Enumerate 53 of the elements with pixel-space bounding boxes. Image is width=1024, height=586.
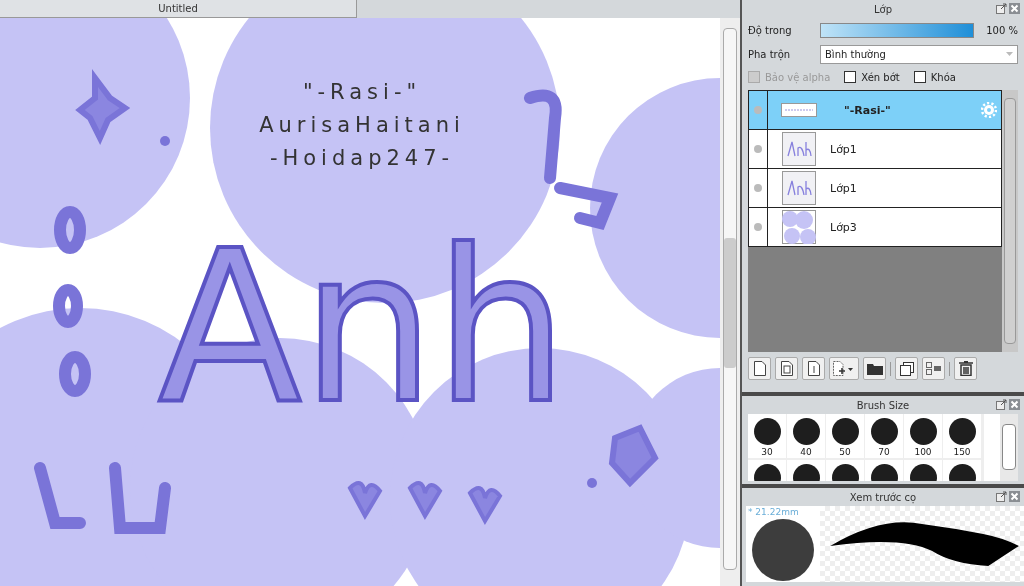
page-icon bbox=[780, 361, 793, 376]
blend-label: Pha trộn bbox=[748, 48, 792, 60]
duplicate-layer-button[interactable] bbox=[895, 357, 918, 380]
new-layer-button[interactable] bbox=[748, 357, 771, 380]
close-icon[interactable] bbox=[1009, 491, 1020, 502]
document-tab[interactable]: Untitled bbox=[0, 0, 357, 18]
layer-row[interactable]: Lớp1 bbox=[748, 169, 1002, 208]
merge-layer-button[interactable] bbox=[922, 357, 945, 380]
option-checkbox[interactable]: Xén bớt bbox=[844, 71, 900, 83]
canvas-text: -Hoidap247- bbox=[269, 145, 455, 172]
delete-layer-button[interactable] bbox=[954, 357, 977, 380]
brush-size-option[interactable]: 100 bbox=[904, 414, 942, 458]
opacity-value: 100 % bbox=[985, 24, 1018, 36]
panel-title: Xem trước cọ bbox=[849, 491, 917, 503]
layer-thumbnail bbox=[782, 210, 816, 244]
new-1bit-layer-button[interactable] bbox=[802, 357, 825, 380]
brush-size-option[interactable]: 70 bbox=[865, 414, 903, 458]
layer-thumbnail bbox=[781, 103, 817, 117]
brush-size-option[interactable]: 40 bbox=[787, 414, 825, 458]
vertical-scrollbar[interactable] bbox=[720, 18, 740, 586]
add-layer-dropdown[interactable] bbox=[829, 357, 859, 380]
close-icon[interactable] bbox=[1009, 399, 1020, 410]
canvas-text: "-Rasi-" bbox=[302, 79, 422, 106]
layer-scrollbar[interactable] bbox=[1002, 90, 1018, 352]
page-icon bbox=[753, 361, 766, 376]
new-8bit-layer-button[interactable] bbox=[775, 357, 798, 380]
page-icon bbox=[807, 361, 820, 376]
folder-button[interactable] bbox=[863, 357, 886, 380]
blend-dropdown[interactable]: Bình thường bbox=[820, 44, 1018, 64]
layer-row[interactable]: Lớp1 bbox=[748, 130, 1002, 169]
folder-icon bbox=[866, 362, 883, 375]
detach-icon[interactable] bbox=[996, 491, 1007, 502]
brush-tip-preview: * 21.22mm bbox=[746, 506, 820, 582]
merge-icon bbox=[926, 362, 941, 375]
dropdown-arrow-icon bbox=[1006, 52, 1013, 56]
brush-size-option[interactable]: 150 bbox=[943, 414, 981, 458]
detach-icon[interactable] bbox=[996, 399, 1007, 410]
detach-icon[interactable] bbox=[996, 3, 1007, 14]
layer-thumbnail bbox=[782, 132, 816, 166]
add-page-icon bbox=[833, 361, 855, 376]
duplicate-icon bbox=[899, 361, 914, 376]
option-checkbox[interactable]: Khóa bbox=[913, 71, 956, 83]
panel-title: Lớp bbox=[873, 3, 892, 15]
trash-icon bbox=[958, 361, 973, 376]
brush-size-option[interactable]: 30 bbox=[748, 414, 786, 458]
canvas-text: AurisaHaitani bbox=[259, 112, 465, 139]
close-icon[interactable] bbox=[1009, 3, 1020, 14]
layer-thumbnail bbox=[782, 171, 816, 205]
opacity-label: Độ trong bbox=[748, 24, 793, 36]
panel-title: Brush Size bbox=[856, 399, 910, 411]
layer-row[interactable]: Lớp3 bbox=[748, 208, 1002, 247]
brush-size-option[interactable]: 50 bbox=[826, 414, 864, 458]
brush-size-scrollbar[interactable] bbox=[1000, 414, 1018, 481]
